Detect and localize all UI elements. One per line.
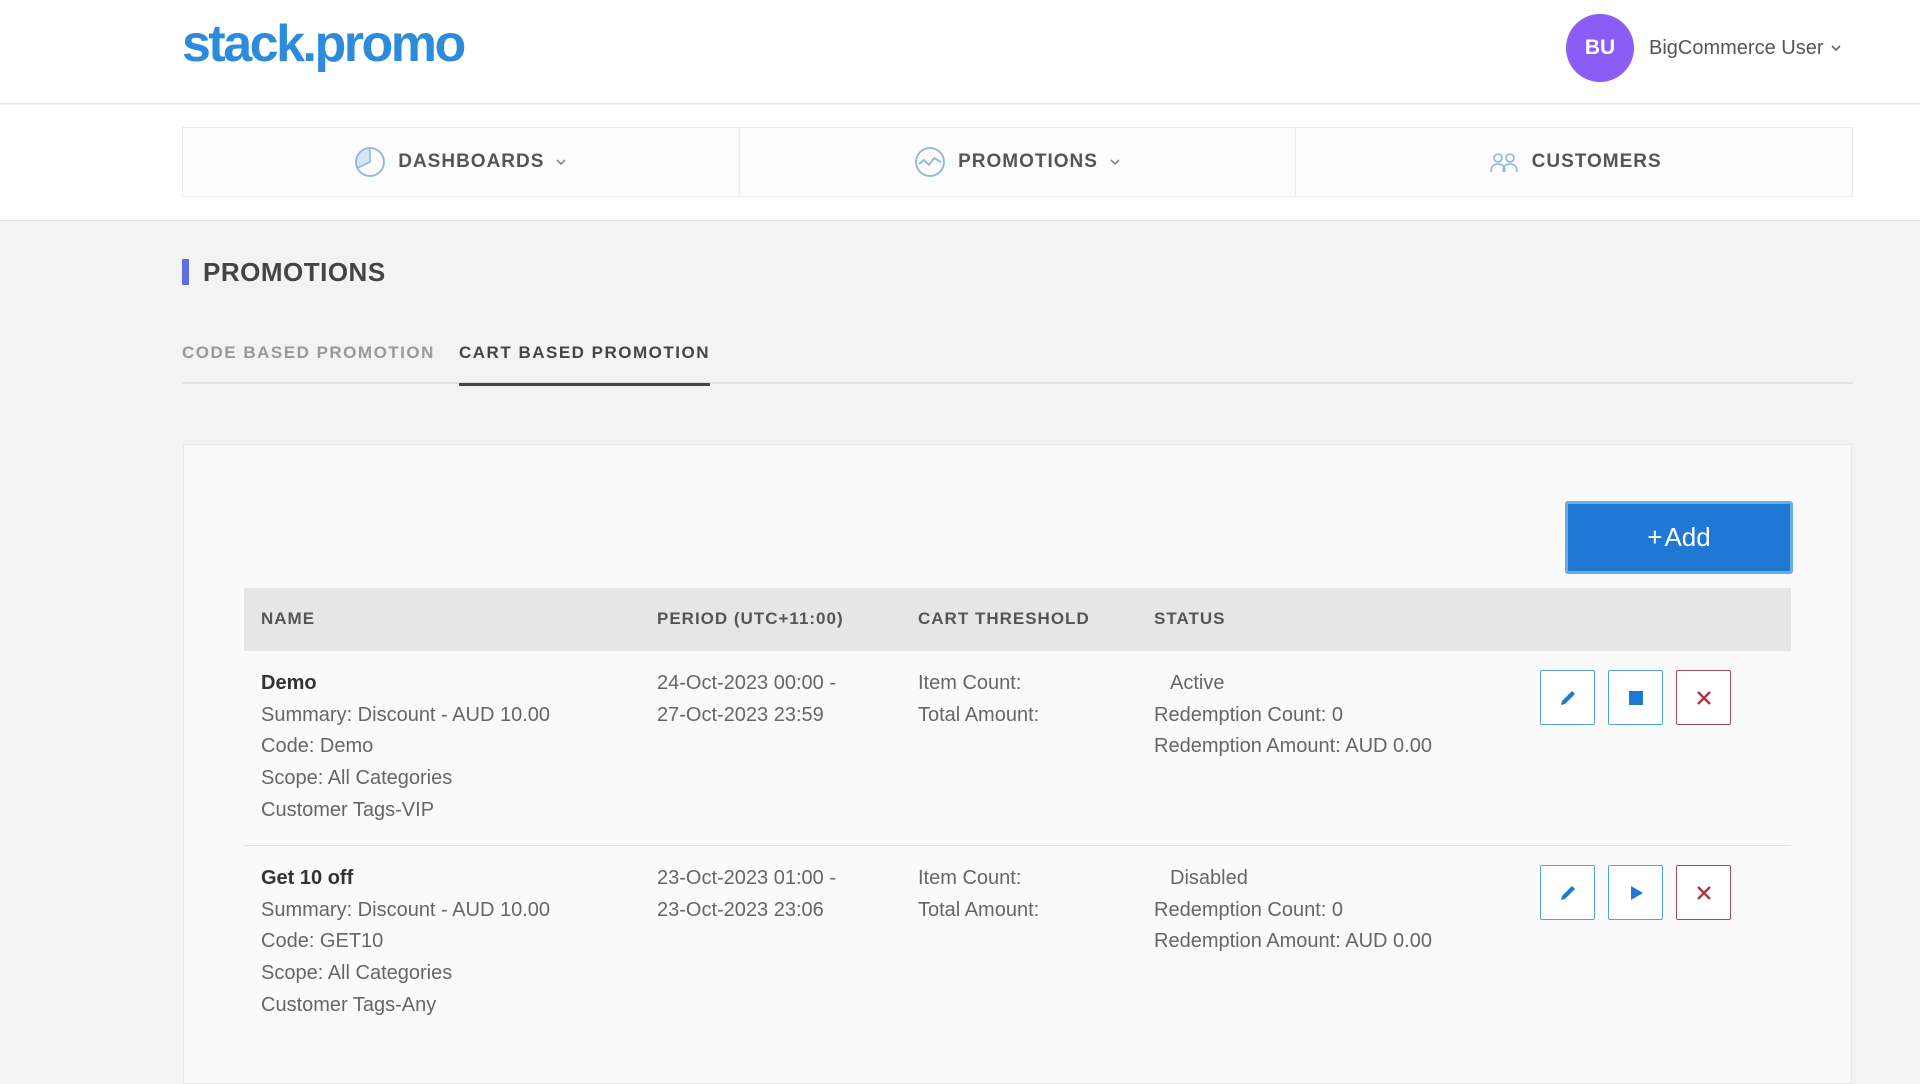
promotion-name: Demo	[261, 672, 317, 694]
column-header-name: NAME	[261, 609, 316, 628]
promotion-code: Code: Demo	[261, 735, 374, 758]
edit-button[interactable]	[1540, 865, 1595, 920]
promotion-code: Code: GET10	[261, 930, 384, 953]
edit-button[interactable]	[1540, 670, 1595, 725]
title-accent-bar	[182, 259, 189, 285]
chevron-down-icon	[556, 159, 566, 166]
status-badge: Disabled	[1170, 867, 1248, 889]
nav-item-dashboards[interactable]: DASHBOARDS	[183, 128, 740, 196]
user-menu[interactable]: BU BigCommerce User	[1566, 14, 1843, 82]
trend-line-icon	[915, 147, 945, 177]
period-cell: 24-Oct-2023 00:00 - 27-Oct-2023 23:59	[657, 668, 836, 731]
stop-icon	[1628, 690, 1643, 705]
nav-label: PROMOTIONS	[958, 151, 1098, 172]
period-start: 24-Oct-2023 00:00 -	[657, 672, 836, 694]
add-button-label: Add	[1664, 522, 1711, 552]
chevron-down-icon	[1110, 159, 1120, 166]
main-nav: DASHBOARDS PROMOTIONS CUSTOMERS	[182, 127, 1853, 197]
row-divider	[244, 845, 1791, 846]
period-end: 27-Oct-2023 23:59	[657, 703, 824, 726]
promotion-name-cell: Get 10 off Summary: Discount - AUD 10.00…	[261, 863, 550, 1022]
promotion-name: Get 10 off	[261, 867, 354, 889]
main-nav-bar: DASHBOARDS PROMOTIONS CUSTOMERS	[0, 105, 1920, 221]
status-cell: Disabled Redemption Count: 0 Redemption …	[1154, 863, 1432, 958]
redemption-amount: Redemption Amount: AUD 0.00	[1154, 735, 1432, 758]
total-amount: Total Amount:	[918, 898, 1040, 921]
item-count: Item Count:	[918, 867, 1022, 889]
pencil-icon	[1560, 885, 1575, 900]
nav-item-promotions[interactable]: PROMOTIONS	[740, 128, 1297, 196]
column-header-status: STATUS	[1154, 609, 1226, 628]
promotion-tags: Customer Tags-Any	[261, 993, 437, 1016]
delete-button[interactable]	[1676, 865, 1731, 920]
promotion-tags: Customer Tags-VIP	[261, 798, 435, 821]
play-button[interactable]	[1608, 865, 1663, 920]
period-cell: 23-Oct-2023 01:00 - 23-Oct-2023 23:06	[657, 863, 836, 926]
chevron-down-icon[interactable]	[1829, 41, 1843, 55]
table-header: NAME PERIOD (UTC+11:00) CART THRESHOLD S…	[244, 588, 1791, 651]
users-icon	[1489, 153, 1518, 173]
stop-button[interactable]	[1608, 670, 1663, 725]
period-end: 23-Oct-2023 23:06	[657, 898, 824, 921]
total-amount: Total Amount:	[918, 703, 1040, 726]
play-icon	[1630, 885, 1643, 900]
close-icon	[1696, 690, 1711, 705]
cart-threshold-cell: Item Count: Total Amount:	[918, 863, 1039, 926]
promotion-name-cell: Demo Summary: Discount - AUD 10.00 Code:…	[261, 668, 550, 827]
user-name[interactable]: BigCommerce User	[1649, 37, 1823, 60]
promotion-scope: Scope: All Categories	[261, 767, 453, 790]
promotion-summary: Summary: Discount - AUD 10.00	[261, 898, 550, 921]
nav-label: CUSTOMERS	[1531, 151, 1662, 172]
redemption-count: Redemption Count: 0	[1154, 898, 1344, 921]
period-start: 23-Oct-2023 01:00 -	[657, 867, 836, 889]
tab-code-based-promotion[interactable]: CODE BASED PROMOTION	[182, 343, 435, 383]
logo[interactable]: stack.promo	[182, 14, 466, 74]
nav-item-customers[interactable]: CUSTOMERS	[1296, 128, 1852, 196]
redemption-count: Redemption Count: 0	[1154, 703, 1344, 726]
promotion-summary: Summary: Discount - AUD 10.00	[261, 703, 550, 726]
avatar[interactable]: BU	[1566, 14, 1634, 82]
page-title: PROMOTIONS	[203, 257, 386, 287]
tab-cart-based-promotion[interactable]: CART BASED PROMOTION	[459, 343, 710, 386]
cart-threshold-cell: Item Count: Total Amount:	[918, 668, 1039, 731]
item-count: Item Count:	[918, 672, 1022, 694]
pencil-icon	[1560, 690, 1575, 705]
close-icon	[1696, 885, 1711, 900]
pie-chart-icon	[355, 147, 386, 177]
delete-button[interactable]	[1676, 670, 1731, 725]
column-header-period: PERIOD (UTC+11:00)	[657, 609, 844, 628]
redemption-amount: Redemption Amount: AUD 0.00	[1154, 930, 1432, 953]
column-header-cart-threshold: CART THRESHOLD	[918, 609, 1090, 628]
promotion-scope: Scope: All Categories	[261, 962, 453, 985]
promotion-tabs: CODE BASED PROMOTION CART BASED PROMOTIO…	[182, 330, 1853, 386]
status-cell: Active Redemption Count: 0 Redemption Am…	[1154, 668, 1432, 763]
nav-label: DASHBOARDS	[398, 151, 545, 172]
status-badge: Active	[1170, 672, 1225, 694]
app-header: stack.promo BU BigCommerce User	[0, 0, 1920, 104]
add-button[interactable]: + Add	[1565, 501, 1793, 574]
